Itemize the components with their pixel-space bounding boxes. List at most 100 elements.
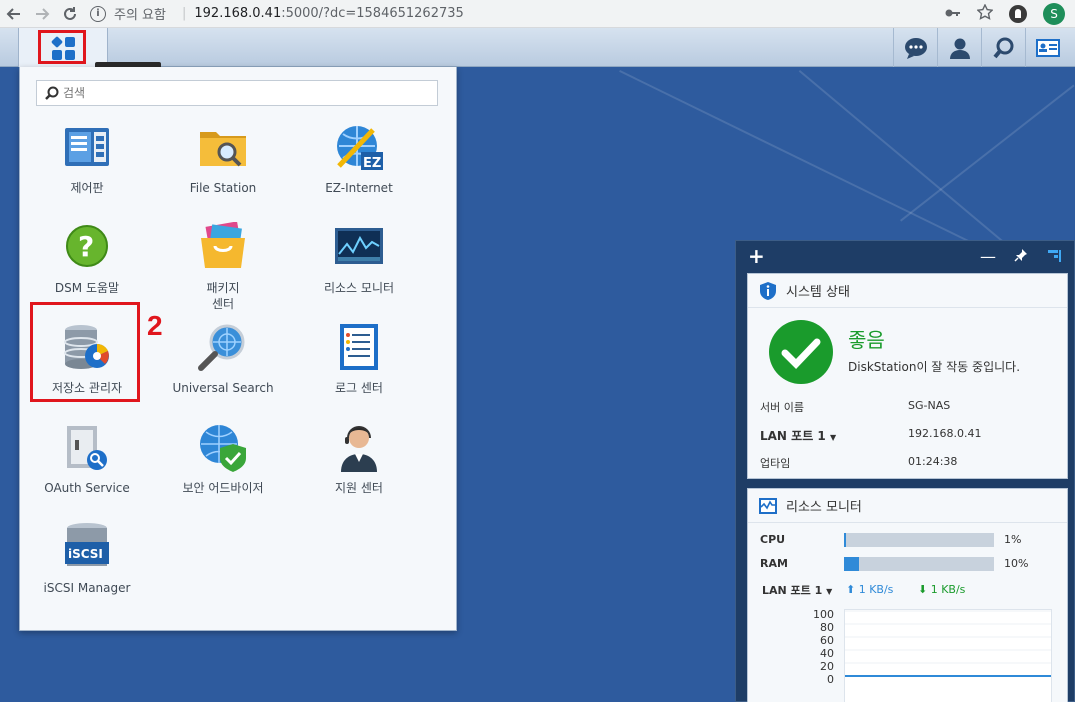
chevron-down-icon: ▼ <box>826 587 833 596</box>
checkmark-circle-icon <box>769 320 833 384</box>
search-button[interactable] <box>981 28 1025 67</box>
chart-tick-label: 80 <box>820 621 834 634</box>
url-host: 192.168.0.41 <box>194 6 282 21</box>
lan-ip-value: 192.168.0.41 <box>908 427 982 440</box>
widget-settings-icon[interactable] <box>1046 247 1062 266</box>
chat-bubble-icon <box>904 37 927 59</box>
widget-card-icon <box>1035 38 1060 57</box>
notification-button[interactable] <box>893 28 937 67</box>
cpu-label: CPU <box>760 533 786 546</box>
app-resource-monitor[interactable]: 리소스 모니터 <box>294 222 424 296</box>
svg-text:EZ: EZ <box>363 156 381 171</box>
annotation-number-2: 2 <box>147 310 163 341</box>
package-center-icon <box>197 221 249 274</box>
app-label: DSM 도움말 <box>54 281 120 295</box>
app-universal-search[interactable]: Universal Search <box>158 322 288 396</box>
resource-monitor-icon <box>333 222 385 274</box>
help-icon: ? <box>61 222 113 274</box>
app-label: 리소스 모니터 <box>323 281 395 295</box>
log-center-icon <box>333 322 385 374</box>
bookmark-star-icon[interactable] <box>976 3 994 24</box>
upload-speed: ⬆ 1 KB/s <box>846 583 893 596</box>
cpu-value: 1% <box>1004 533 1022 546</box>
lan-port-selector[interactable]: LAN 포트 1 ▼ <box>762 582 832 598</box>
cpu-usage-bar <box>844 533 994 547</box>
forward-button[interactable] <box>28 0 56 28</box>
chart-tick-label: 20 <box>820 660 834 673</box>
minimize-widgets-button[interactable]: — <box>980 247 996 266</box>
app-label: Universal Search <box>172 381 274 395</box>
search-icon <box>45 86 59 100</box>
chevron-down-icon: ▼ <box>829 433 837 442</box>
reload-button[interactable] <box>56 0 84 28</box>
system-status-title: 시스템 상태 <box>786 285 850 300</box>
resource-monitor-widget: 리소스 모니터 CPU 1% RAM 10% LAN 포트 1 ▼ ⬆ 1 KB… <box>747 488 1068 702</box>
app-log-center[interactable]: 로그 센터 <box>294 322 424 396</box>
uptime-value: 01:24:38 <box>908 455 958 468</box>
resource-monitor-icon <box>759 497 777 514</box>
lan-port-label: LAN 포트 1 <box>760 429 826 443</box>
app-file-station[interactable]: File Station <box>158 122 288 196</box>
app-support-center[interactable]: 지원 센터 <box>294 422 424 496</box>
app-security-advisor[interactable]: 보안 어드바이저 <box>158 422 288 496</box>
iscsi-manager-icon: iSCSI <box>61 522 113 574</box>
download-speed: ⬇ 1 KB/s <box>918 583 965 596</box>
app-label: File Station <box>189 181 257 195</box>
ez-internet-icon: EZ <box>333 122 385 174</box>
lan-port-dropdown[interactable]: LAN 포트 1 ▼ <box>760 427 836 444</box>
user-options-button[interactable] <box>937 28 981 67</box>
app-label: 로그 센터 <box>335 381 383 395</box>
annotation-box-1 <box>38 30 86 64</box>
security-advisor-icon <box>197 422 249 474</box>
widget-panel: + — 시스템 상태 좋음 DiskStation이 잘 작동 중입니다. 서버… <box>735 240 1075 702</box>
extension-icon[interactable] <box>1009 5 1027 23</box>
add-widget-button[interactable]: + <box>748 244 765 268</box>
menu-search-box[interactable] <box>36 80 438 106</box>
svg-text:iSCSI: iSCSI <box>68 547 103 561</box>
chart-tick-label: 0 <box>827 673 834 686</box>
info-icon[interactable]: i <box>90 5 106 22</box>
url-path: :5000/?dc=1584651262735 <box>281 6 464 21</box>
back-button[interactable] <box>0 0 28 28</box>
svg-text:?: ? <box>78 230 94 263</box>
oauth-service-icon <box>61 422 113 474</box>
server-name-label: 서버 이름 <box>760 401 804 414</box>
app-ez-internet[interactable]: EZ EZ-Internet <box>294 122 424 196</box>
chart-gridlines <box>845 610 1051 677</box>
system-status-widget: 시스템 상태 좋음 DiskStation이 잘 작동 중입니다. 서버 이름 … <box>747 273 1068 479</box>
app-label: 제어판 <box>70 181 104 195</box>
app-label: 패키지 센터 <box>206 281 240 311</box>
user-icon <box>949 38 970 59</box>
arrow-right-icon <box>36 7 50 20</box>
desktop-wallpaper-line <box>900 84 1075 222</box>
app-label: 지원 센터 <box>335 481 383 495</box>
menu-search-input[interactable] <box>63 86 423 100</box>
folder-search-icon <box>197 122 249 174</box>
reload-icon <box>64 6 76 20</box>
widgets-button[interactable] <box>1025 28 1069 67</box>
status-message: DiskStation이 잘 작동 중입니다. <box>848 360 1021 374</box>
cpu-usage-fill <box>844 533 846 547</box>
ram-value: 10% <box>1004 557 1029 570</box>
key-icon[interactable] <box>945 6 961 22</box>
network-chart <box>844 609 1052 702</box>
security-warning: 주의 요함 <box>114 8 166 23</box>
pin-icon[interactable] <box>1014 247 1028 266</box>
browser-toolbar: i 주의 요함 | 192.168.0.41:5000/?dc=15846512… <box>0 0 1075 28</box>
ram-usage-fill <box>844 557 859 571</box>
support-center-icon <box>333 422 385 474</box>
arrow-down-icon: ⬇ <box>918 583 928 596</box>
control-panel-icon <box>61 122 113 174</box>
download-speed-value: 1 KB/s <box>930 583 966 596</box>
app-iscsi-manager[interactable]: iSCSI iSCSI Manager <box>22 522 152 596</box>
profile-avatar[interactable]: S <box>1043 3 1065 25</box>
app-dsm-help[interactable]: ? DSM 도움말 <box>22 222 152 296</box>
ram-label: RAM <box>760 557 788 570</box>
app-package-center[interactable]: 패키지 센터 <box>158 221 288 312</box>
app-control-panel[interactable]: 제어판 <box>22 122 152 196</box>
arrow-up-icon: ⬆ <box>846 583 856 596</box>
lan-monitor-label: LAN 포트 1 <box>762 584 823 597</box>
server-name-value: SG-NAS <box>908 399 951 412</box>
app-oauth-service[interactable]: OAuth Service <box>22 422 152 496</box>
address-bar[interactable]: i 주의 요함 | 192.168.0.41:5000/?dc=15846512… <box>90 1 950 27</box>
